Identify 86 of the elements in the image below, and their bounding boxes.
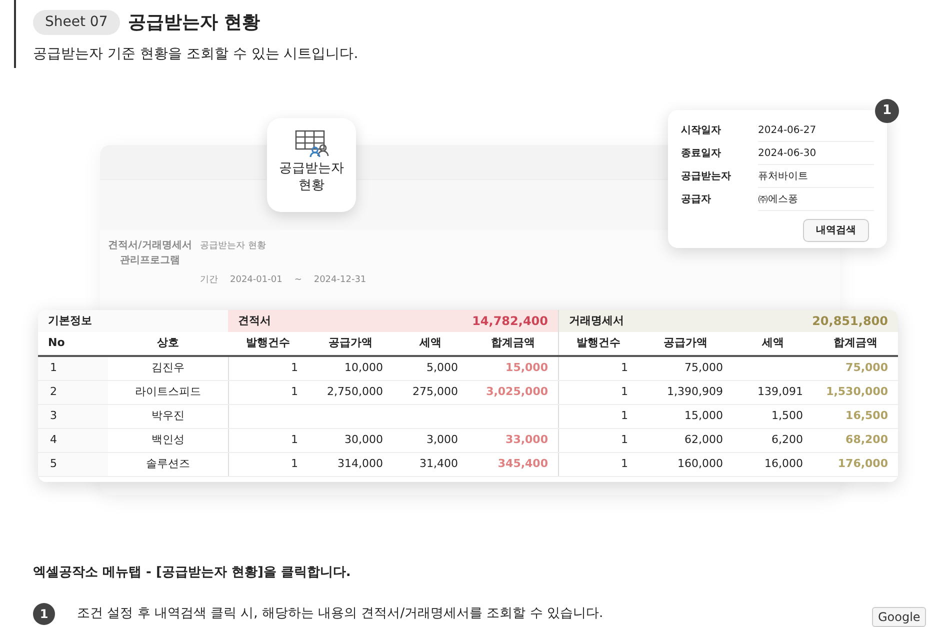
table-cell-text: 139,091 bbox=[758, 384, 803, 400]
table-cell-text: 3,000 bbox=[426, 432, 458, 448]
field-value[interactable]: 2024-06-30 bbox=[758, 142, 874, 165]
table-cell-text: 1 bbox=[621, 456, 628, 472]
field-label: 공급자 bbox=[681, 193, 712, 207]
table-cell-text: 1 bbox=[621, 384, 628, 400]
table-cell-text: 박우진 bbox=[152, 408, 184, 424]
table-cell-text: 1,390,909 bbox=[667, 384, 723, 400]
table-cell-text: 176,000 bbox=[838, 456, 888, 472]
table-cell-text: 160,000 bbox=[678, 456, 723, 472]
field-value[interactable]: ㈜에스퐁 bbox=[758, 188, 874, 211]
field-value[interactable]: 퓨처바이트 bbox=[758, 165, 874, 188]
page-title: 공급받는자 현황 bbox=[128, 11, 260, 35]
column-header: 상호 bbox=[157, 335, 179, 352]
table-cell-text: 15,000 bbox=[684, 408, 723, 424]
table-cell-text: 3 bbox=[50, 408, 57, 424]
group-total: 14,782,400 bbox=[472, 313, 548, 330]
step-badge: 1 bbox=[33, 603, 55, 625]
field-value[interactable]: 2024-06-27 bbox=[758, 119, 874, 142]
search-button[interactable]: 내역검색 bbox=[803, 219, 869, 242]
column-header: 합계금액 bbox=[491, 335, 535, 352]
table-cell-text: 2 bbox=[50, 384, 57, 400]
table-cell-text: 1 bbox=[50, 360, 57, 376]
table-cell-text: 백인성 bbox=[152, 432, 184, 448]
table-cell-text: 75,000 bbox=[684, 360, 723, 376]
table-cell-text: 6,200 bbox=[772, 432, 803, 448]
table-cell-text: 솔루션즈 bbox=[146, 456, 190, 472]
column-header: 발행건수 bbox=[246, 335, 290, 352]
column-header: 세액 bbox=[420, 335, 442, 352]
table-cell-text: 33,000 bbox=[506, 432, 548, 448]
table-cell-text: 라이트스피드 bbox=[135, 384, 201, 400]
menu-icon-label: 공급받는자 현황 bbox=[278, 160, 345, 194]
table-cell-text: 62,000 bbox=[684, 432, 723, 448]
group-header: 거래명세서 bbox=[569, 312, 624, 329]
column-header: 세액 bbox=[762, 335, 784, 352]
column-header: No bbox=[48, 335, 65, 352]
column-header: 공급가액 bbox=[328, 335, 372, 352]
step-text: 조건 설정 후 내역검색 클릭 시, 해당하는 내용의 견적서/거래명세서를 조회할 수 있습니다. bbox=[77, 605, 604, 624]
table-cell-text: 5 bbox=[50, 456, 57, 472]
table-cell-text: 1 bbox=[621, 432, 628, 448]
group-header: 기본정보 bbox=[48, 312, 92, 329]
table-cell-text: 1 bbox=[291, 360, 298, 376]
table-cell-text: 1 bbox=[291, 384, 298, 400]
table-cell-text: 1 bbox=[291, 432, 298, 448]
table-cell-text: 5,000 bbox=[426, 360, 458, 376]
instruction-text: 엑셀공작소 메뉴탭 - [공급받는자 현황]을 클릭합니다. bbox=[33, 564, 351, 582]
table-cell-text: 4 bbox=[50, 432, 57, 448]
table-cell-text: 30,000 bbox=[344, 432, 383, 448]
field-label: 시작일자 bbox=[681, 124, 722, 138]
table-cell-text: 2,750,000 bbox=[327, 384, 383, 400]
table-cell-text: 1,530,000 bbox=[826, 384, 888, 400]
table-cell-text: 16,000 bbox=[764, 456, 803, 472]
table-cell-text: 김진우 bbox=[152, 360, 184, 376]
table-person-icon bbox=[294, 130, 328, 158]
sheet-tag: Sheet 07 bbox=[33, 10, 120, 35]
table-cell-text: 314,000 bbox=[338, 456, 383, 472]
table-cell-text: 345,400 bbox=[498, 456, 548, 472]
group-total: 20,851,800 bbox=[812, 313, 888, 330]
step-badge: 1 bbox=[875, 99, 899, 123]
table-cell-text: 15,000 bbox=[506, 360, 548, 376]
column-header: 합계금액 bbox=[834, 335, 878, 352]
table-cell-text: 10,000 bbox=[344, 360, 383, 376]
table-cell-text: 1,500 bbox=[772, 408, 803, 424]
column-header: 발행건수 bbox=[576, 335, 620, 352]
period-end: 2024-12-31 bbox=[314, 274, 366, 286]
field-label: 종료일자 bbox=[681, 147, 722, 161]
period-separator: ~ bbox=[294, 274, 302, 286]
field-label: 공급받는자 bbox=[681, 170, 732, 184]
page-subtitle: 공급받는자 기준 현황을 조회할 수 있는 시트입니다. bbox=[33, 45, 358, 64]
menu-icon-card[interactable]: 공급받는자 현황 bbox=[267, 118, 356, 212]
table-cell-text: 1 bbox=[291, 456, 298, 472]
table-cell-text: 1 bbox=[621, 408, 628, 424]
sheet-title: 공급받는자 현황 bbox=[200, 240, 266, 253]
table-cell-text: 31,400 bbox=[420, 456, 458, 472]
program-title: 견적서/거래명세서 관리프로그램 bbox=[107, 239, 193, 268]
table-cell-text: 3,025,000 bbox=[486, 384, 548, 400]
period-start: 2024-01-01 bbox=[230, 274, 282, 286]
group-header: 견적서 bbox=[238, 312, 271, 329]
table-cell-text: 16,500 bbox=[846, 408, 888, 424]
table-cell-text: 275,000 bbox=[412, 384, 458, 400]
period-label: 기간 bbox=[200, 274, 218, 286]
corner-button[interactable]: Google bbox=[872, 607, 926, 627]
table-cell-text: 1 bbox=[621, 360, 628, 376]
table-cell-text: 75,000 bbox=[846, 360, 888, 376]
column-header: 공급가액 bbox=[664, 335, 708, 352]
table-cell-text: 68,200 bbox=[846, 432, 888, 448]
